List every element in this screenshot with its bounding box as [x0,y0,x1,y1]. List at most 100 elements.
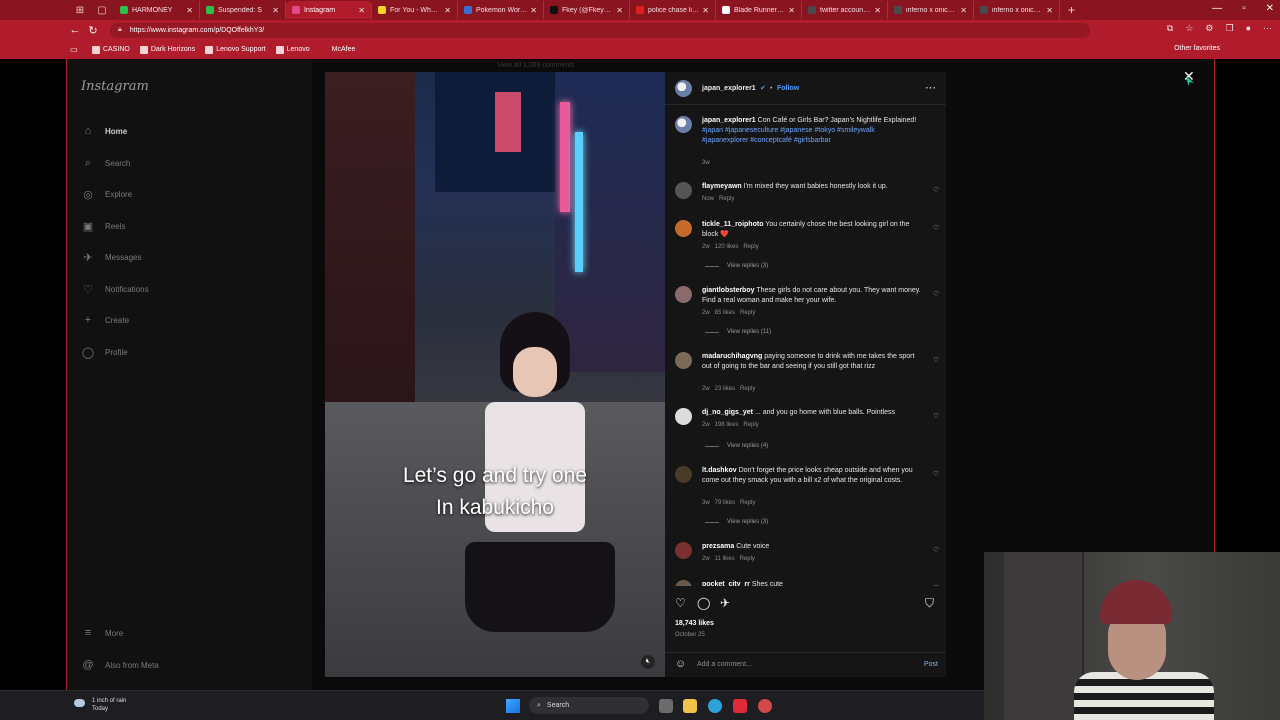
close-tab-icon[interactable]: ✕ [960,6,967,15]
caption-username[interactable]: japan_explorer1 [702,117,756,124]
commenter-avatar[interactable] [675,286,692,303]
commenter-avatar[interactable] [675,580,692,586]
comment-username[interactable]: lt.dashkov [702,467,737,474]
nav-notifications[interactable]: ♡ Notifications [81,283,149,296]
close-tab-icon[interactable]: ✕ [1046,6,1053,15]
workspaces-icon[interactable]: ⊞ [74,5,86,16]
close-tab-icon[interactable]: ✕ [874,6,881,15]
close-window-button[interactable]: ✕ [1266,3,1274,14]
comment-like-heart-icon[interactable]: ♡ [933,546,939,554]
other-favorites[interactable]: Other favorites [1174,45,1220,52]
app-icon[interactable] [758,699,772,713]
favorite-star-icon[interactable]: ☆ [1185,23,1193,34]
nav-messages[interactable]: ✈ Messages [81,251,141,264]
comment-like-heart-icon[interactable]: ♡ [933,470,939,478]
bookmark-dark-horizons[interactable]: Dark Horizons [139,45,195,54]
commenter-avatar[interactable] [675,466,692,483]
nav-also-from-meta[interactable]: @ Also from Meta [81,659,158,671]
comment-like-heart-icon[interactable]: ♡ [933,356,939,364]
instagram-logo[interactable]: Instagram [81,79,149,94]
view-replies-button[interactable]: View replies (11) [705,329,771,335]
nav-create[interactable]: + Create [81,314,129,326]
comment-username[interactable]: flaymeyawn [702,183,742,190]
browser-tab[interactable]: inferno x onicorn ✕ [888,1,974,19]
view-replies-button[interactable]: View replies (3) [705,519,768,525]
browser-tab[interactable]: Pokemon World C ✕ [458,1,544,19]
new-tab-button[interactable]: + [1068,3,1075,17]
commenter-avatar[interactable] [675,408,692,425]
close-tab-icon[interactable]: ✕ [788,6,795,15]
address-bar[interactable]: 🔒︎ https://www.instagram.com/p/DQOffelkh… [110,22,1090,38]
close-tab-icon[interactable]: ✕ [616,6,623,15]
profile-avatar-icon[interactable]: ● [1246,23,1251,34]
comment-meta[interactable]: 3w 79 likes Reply [702,500,755,506]
caption-hashtags[interactable]: #japan #japaneseculture #japanese #tokyo… [702,127,875,144]
comment-username[interactable]: dj_no_gigs_yet [702,409,753,416]
comment-username[interactable]: giantlobsterboy [702,287,755,294]
back-button[interactable]: ← [66,24,84,36]
comment-username[interactable]: tickle_11_roiphoto [702,221,763,228]
more-menu-icon[interactable]: ⋯ [1263,23,1272,34]
bookmark-casino[interactable]: CASINO [92,45,130,54]
comment-username[interactable]: madaruchihagvng [702,353,762,360]
comment-like-heart-icon[interactable]: ♡ [933,412,939,420]
comment-meta[interactable]: 2w 85 likes Reply [702,310,755,316]
comment-meta[interactable]: 2w 23 likes Reply [702,386,755,392]
comment-like-heart-icon[interactable]: ♡ [933,584,939,586]
collections-icon[interactable]: ❐ [1225,23,1233,34]
restore-button[interactable]: ▫ [1242,3,1246,14]
comment-icon[interactable]: ◯ [697,596,710,610]
author-username[interactable]: japan_explorer1 [702,85,756,92]
refresh-button[interactable]: ↻ [84,24,102,37]
commenter-avatar[interactable] [675,182,692,199]
tab-actions-icon[interactable]: ▢ [96,5,108,16]
like-heart-icon[interactable]: ♡ [675,596,686,610]
browser-tab[interactable]: inferno x onicorn ✕ [974,1,1060,19]
close-tab-icon[interactable]: ✕ [702,6,709,15]
nav-search[interactable]: ⌕ Search [81,157,130,170]
follow-button[interactable]: Follow [777,85,799,92]
nav-more[interactable]: ≡ More [81,627,123,639]
more-options-icon[interactable]: ⋯ [925,81,936,94]
windows-start-icon[interactable] [506,699,520,713]
post-comment-button[interactable]: Post [924,661,938,668]
view-replies-button[interactable]: View replies (4) [705,443,768,449]
comment-meta[interactable]: 2w 120 likes Reply [702,244,759,250]
browser-tab[interactable]: For You - Whatnot ✕ [372,1,458,19]
browser-tab[interactable]: Blade Runner 2049✕ [716,1,802,19]
browser-tab[interactable]: twitter account w ✕ [802,1,888,19]
commenter-avatar[interactable] [675,352,692,369]
browser-tab[interactable]: Instagram ✕ [286,1,372,19]
comment-meta[interactable]: 2w 198 likes Reply [702,422,759,428]
browser-tab[interactable]: Fkey (@Fkeymey ✕ [544,1,630,19]
comment-meta[interactable]: 2w 11 likes Reply [702,556,755,562]
post-video[interactable]: Let’s go and try one In kabukicho 🔇︎ [325,72,665,677]
author-avatar[interactable] [675,80,692,97]
taskbar-search[interactable]: ⌕ Search [529,697,649,714]
nav-reels[interactable]: ▣ Reels [81,220,126,233]
commenter-avatar[interactable] [675,220,692,237]
comment-like-heart-icon[interactable]: ♡ [933,290,939,298]
browser-tab[interactable]: Suspended: S ✕ [200,1,286,19]
minimize-button[interactable]: — [1212,3,1222,14]
bookmark-lenovo-support[interactable]: Lenovo Support [205,45,266,54]
bookmarks-app-icon[interactable]: ▭ [70,45,78,54]
like-count[interactable]: 18,743 likes [675,620,714,627]
close-tab-icon[interactable]: ✕ [444,6,451,15]
comment-like-heart-icon[interactable]: ♡ [933,186,939,194]
close-tab-icon[interactable]: ✕ [358,6,365,15]
close-tab-icon[interactable]: ✕ [272,6,279,15]
add-comment-input[interactable]: Add a comment... [697,661,752,668]
comments-list[interactable]: japan_explorer1 Con Café or Girls Bar? J… [665,106,946,586]
extensions-icon[interactable]: ⚙ [1205,23,1213,34]
close-tab-icon[interactable]: ✕ [530,6,537,15]
author-avatar[interactable] [675,116,692,133]
browser-tab[interactable]: police chase live ✕ [630,1,716,19]
share-icon[interactable]: ✈ [720,596,730,610]
browser-tab[interactable]: HARMONEY ✕ [114,1,200,19]
bookmark-mcafee[interactable]: McAfee [332,46,356,53]
bookmark-icon[interactable]: ⛉ [925,596,934,611]
nav-profile[interactable]: ◯ Profile [81,346,128,359]
comment-like-heart-icon[interactable]: ♡ [933,224,939,232]
youtube-icon[interactable] [733,699,747,713]
